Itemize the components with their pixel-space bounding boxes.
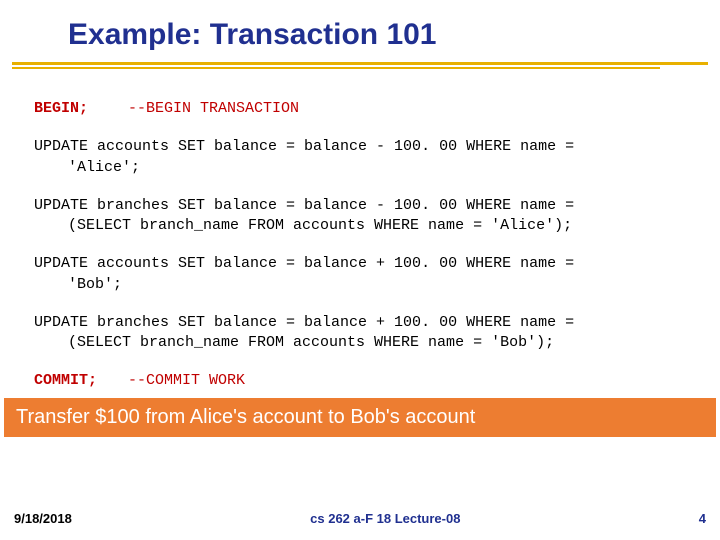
begin-line: BEGIN; --BEGIN TRANSACTION [34, 99, 712, 119]
slide-title: Example: Transaction 101 [68, 18, 720, 52]
begin-keyword: BEGIN; [34, 99, 128, 119]
commit-keyword: COMMIT; [34, 371, 128, 391]
commit-line: COMMIT; --COMMIT WORK [34, 371, 712, 391]
stmt-4-line-a: UPDATE branches SET balance = balance + … [34, 313, 712, 333]
caption-bar: Transfer $100 from Alice's account to Bo… [4, 398, 716, 437]
stmt-2: UPDATE branches SET balance = balance - … [34, 196, 712, 237]
stmt-3: UPDATE accounts SET balance = balance + … [34, 254, 712, 295]
stmt-1-line-b: 'Alice'; [34, 158, 712, 178]
footer-page: 4 [699, 511, 706, 526]
stmt-1-line-a: UPDATE accounts SET balance = balance - … [34, 137, 712, 157]
code-block: BEGIN; --BEGIN TRANSACTION UPDATE accoun… [0, 69, 720, 392]
footer-center: cs 262 a-F 18 Lecture-08 [310, 511, 460, 526]
stmt-3-line-a: UPDATE accounts SET balance = balance + … [34, 254, 712, 274]
footer-date: 9/18/2018 [14, 511, 72, 526]
slide: Example: Transaction 101 BEGIN; --BEGIN … [0, 0, 720, 540]
stmt-4-line-b: (SELECT branch_name FROM accounts WHERE … [34, 333, 712, 353]
title-block: Example: Transaction 101 [0, 0, 720, 52]
commit-comment: --COMMIT WORK [128, 371, 245, 391]
stmt-4: UPDATE branches SET balance = balance + … [34, 313, 712, 354]
caption-text: Transfer $100 from Alice's account to Bo… [16, 406, 475, 428]
begin-comment: --BEGIN TRANSACTION [128, 99, 299, 119]
stmt-2-line-b: (SELECT branch_name FROM accounts WHERE … [34, 216, 712, 236]
stmt-3-line-b: 'Bob'; [34, 275, 712, 295]
title-underline-thick [12, 62, 708, 65]
stmt-2-line-a: UPDATE branches SET balance = balance - … [34, 196, 712, 216]
footer: 9/18/2018 cs 262 a-F 18 Lecture-08 4 [0, 511, 720, 526]
stmt-1: UPDATE accounts SET balance = balance - … [34, 137, 712, 178]
